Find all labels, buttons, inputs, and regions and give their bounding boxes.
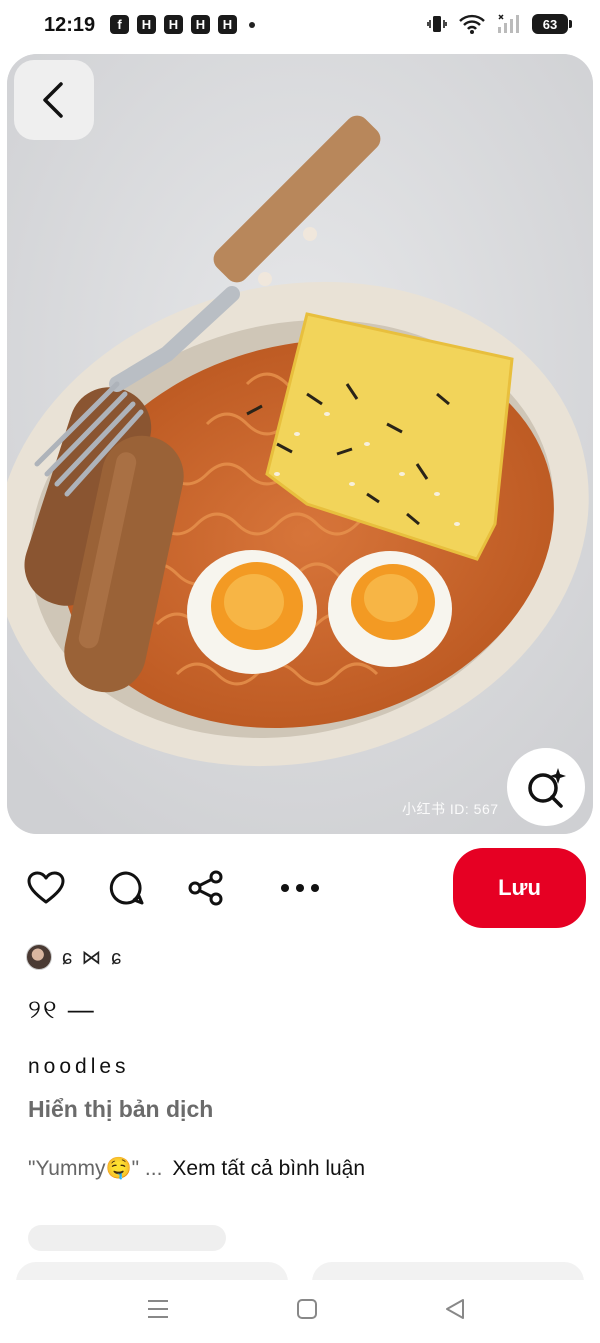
back-nav-button[interactable] — [440, 1294, 470, 1324]
save-button[interactable]: Lưu — [453, 848, 586, 928]
notification-icons: f H H H H — [110, 15, 255, 34]
like-button[interactable] — [26, 868, 66, 908]
comment-preview: "Yummy🤤" ... — [28, 1157, 163, 1180]
square-home-icon — [297, 1299, 317, 1319]
menu-lines-icon — [148, 1300, 168, 1318]
share-button[interactable] — [186, 868, 226, 908]
home-button[interactable] — [292, 1294, 322, 1324]
heart-icon — [27, 871, 65, 904]
visual-search-button[interactable] — [507, 748, 585, 826]
image-watermark: 小红书 ID: 567 — [402, 801, 499, 817]
status-time: 12:19 — [44, 14, 96, 36]
noodle-bowl-illustration — [7, 54, 593, 834]
wifi-icon — [459, 14, 485, 34]
more-notifications-dot-icon — [249, 21, 255, 28]
app-notification-icon: H — [164, 15, 183, 34]
loading-card-placeholder — [312, 1262, 584, 1282]
comment-bubble-icon — [109, 871, 144, 905]
comments-preview-row[interactable]: "Yummy🤤" ... Xem tất cả bình luận — [28, 1157, 365, 1181]
system-status: 63 — [426, 13, 572, 35]
status-bar: 12:19 f H H H H 63 — [0, 0, 600, 52]
loading-placeholder — [28, 1225, 226, 1251]
app-notification-icon: H — [191, 15, 210, 34]
vibrate-icon — [427, 16, 447, 32]
pin-author[interactable]: ɕ ⋈ ɕ — [26, 944, 123, 970]
app-notification-icon: H — [218, 15, 237, 34]
comment-button[interactable] — [106, 868, 146, 908]
avatar[interactable] — [26, 944, 52, 970]
system-navigation-bar — [0, 1280, 600, 1343]
pin-action-bar: Lưu — [0, 848, 600, 928]
battery-icon: 63 — [532, 14, 572, 34]
author-name[interactable]: ɕ ⋈ ɕ — [62, 945, 123, 970]
more-horizontal-icon — [281, 884, 319, 892]
loading-card-placeholder — [16, 1262, 288, 1282]
back-button[interactable] — [14, 60, 94, 140]
visual-search-icon — [528, 768, 566, 808]
pin-title: ୨୧ — — [28, 994, 96, 1024]
pin-description: noodles — [28, 1055, 130, 1078]
chevron-left-icon — [43, 82, 63, 118]
recent-apps-button[interactable] — [143, 1294, 173, 1324]
app-notification-icon: H — [137, 15, 156, 34]
pin-image[interactable]: 小红书 ID: 567 — [7, 54, 593, 834]
show-translation-link[interactable]: Hiển thị bản dịch — [28, 1096, 213, 1123]
share-icon — [188, 870, 223, 906]
see-all-comments-link[interactable]: Xem tất cả bình luận — [172, 1157, 365, 1181]
facebook-notification-icon: f — [110, 15, 129, 34]
triangle-back-icon — [446, 1299, 464, 1319]
more-options-button[interactable] — [280, 868, 320, 908]
cellular-signal-icon — [498, 14, 519, 33]
